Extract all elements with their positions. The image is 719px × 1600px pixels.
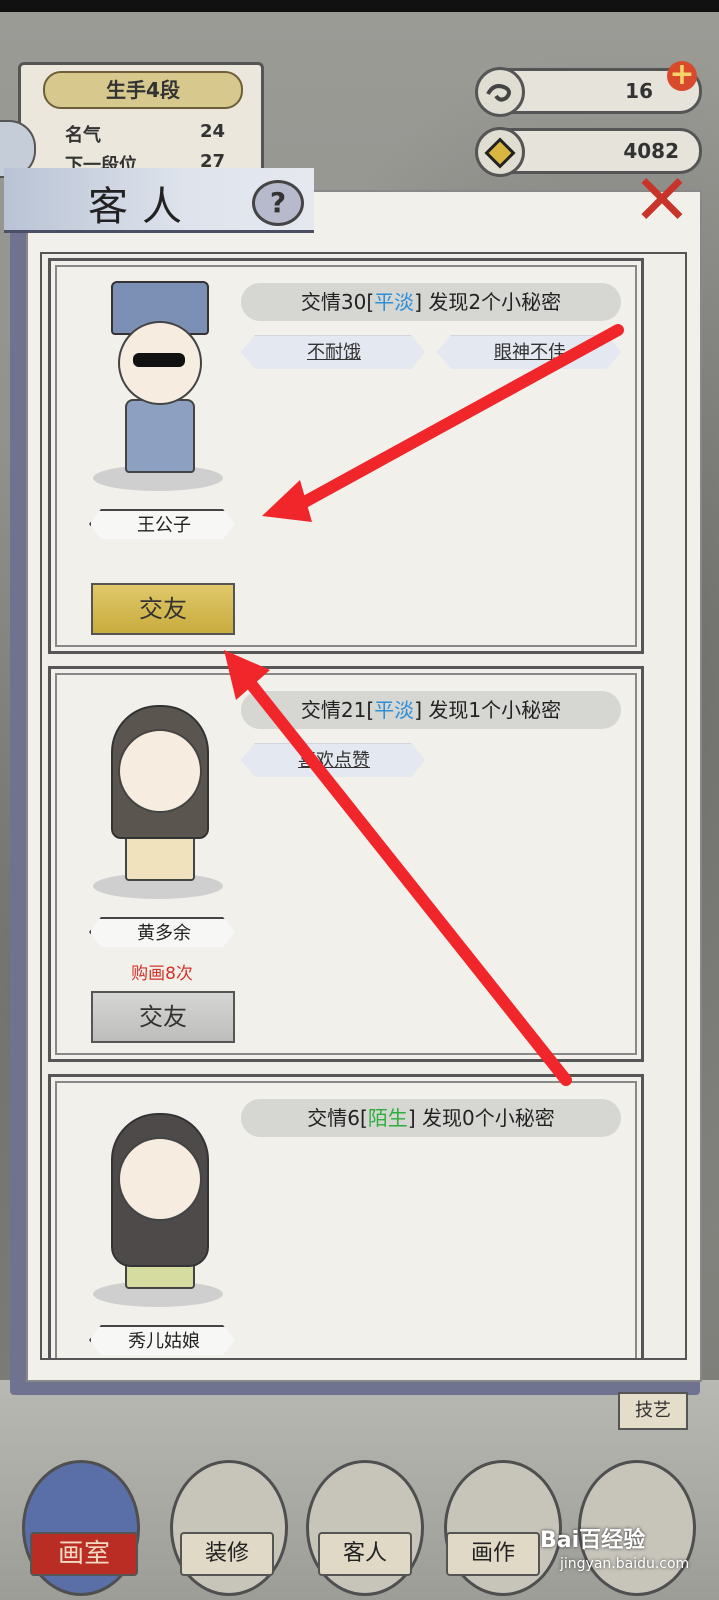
- befriend-button[interactable]: 交友: [91, 991, 235, 1043]
- nav-decorate[interactable]: 装修: [180, 1532, 274, 1576]
- secret-tag[interactable]: 眼神不佳: [437, 335, 621, 369]
- intimacy-text: 交情6[陌生] 发现0个小秘密: [241, 1099, 621, 1137]
- nav-paintings[interactable]: 画作: [446, 1532, 540, 1576]
- intimacy-suffix: ] 发现2个小秘密: [414, 290, 562, 314]
- fame-row: 名气 24: [65, 121, 225, 147]
- guests-panel: 王公子 交友 交情30[平淡] 发现2个小秘密 不耐饿 眼神不佳 黄多余 购画8…: [26, 190, 702, 1382]
- guest-avatar[interactable]: [93, 281, 223, 491]
- guest-card: 黄多余 购画8次 交友 交情21[平淡] 发现1个小秘密 喜欢点赞: [48, 666, 644, 1062]
- guest-avatar[interactable]: [93, 1097, 223, 1307]
- guest-avatar[interactable]: [93, 689, 223, 899]
- secret-tag[interactable]: 不耐饿: [241, 335, 425, 369]
- intimacy-level: 平淡: [374, 290, 415, 314]
- nav-guests[interactable]: 客人: [318, 1532, 412, 1576]
- intimacy-suffix: ] 发现0个小秘密: [407, 1106, 555, 1130]
- fame-value: 24: [199, 121, 225, 142]
- nav-studio[interactable]: 画室: [30, 1532, 138, 1576]
- intimacy-suffix: ] 发现1个小秘密: [414, 698, 562, 722]
- swirl-icon: [475, 67, 525, 117]
- close-icon[interactable]: ✕: [626, 164, 698, 236]
- purchase-count: 购画8次: [131, 964, 193, 984]
- status-bar: [0, 0, 719, 12]
- fame-label: 名气: [65, 125, 101, 146]
- primary-currency-value: 16: [625, 79, 653, 103]
- befriend-button[interactable]: 交友: [91, 583, 235, 635]
- secret-tag[interactable]: 喜欢点赞: [241, 743, 425, 777]
- coin-icon: [475, 127, 525, 177]
- guest-card: 秀儿姑娘 交情6[陌生] 发现0个小秘密: [48, 1074, 644, 1358]
- watermark-brand: Bai百经验: [540, 1528, 646, 1553]
- primary-currency-bar: 16 +: [475, 60, 702, 117]
- guest-card: 王公子 交友 交情30[平淡] 发现2个小秘密 不耐饿 眼神不佳: [48, 258, 644, 654]
- panel-title: 客人: [88, 184, 196, 230]
- intimacy-level: 平淡: [374, 698, 415, 722]
- intimacy-prefix: 交情21[: [300, 698, 375, 722]
- intimacy-text: 交情21[平淡] 发现1个小秘密: [241, 691, 621, 729]
- intimacy-prefix: 交情6[: [307, 1106, 368, 1130]
- skills-button[interactable]: 技艺: [618, 1392, 688, 1430]
- guest-list[interactable]: 王公子 交友 交情30[平淡] 发现2个小秘密 不耐饿 眼神不佳 黄多余 购画8…: [40, 252, 687, 1360]
- guest-name: 黄多余: [89, 917, 235, 947]
- guest-name: 王公子: [89, 509, 235, 539]
- guest-name: 秀儿姑娘: [89, 1325, 235, 1355]
- intimacy-level: 陌生: [367, 1106, 408, 1130]
- rank-title: 生手4段: [43, 71, 243, 109]
- intimacy-prefix: 交情30[: [300, 290, 375, 314]
- watermark-url: jingyan.baidu.com: [560, 1556, 690, 1572]
- intimacy-text: 交情30[平淡] 发现2个小秘密: [241, 283, 621, 321]
- help-button[interactable]: ?: [252, 180, 304, 226]
- add-currency-icon[interactable]: +: [667, 60, 697, 91]
